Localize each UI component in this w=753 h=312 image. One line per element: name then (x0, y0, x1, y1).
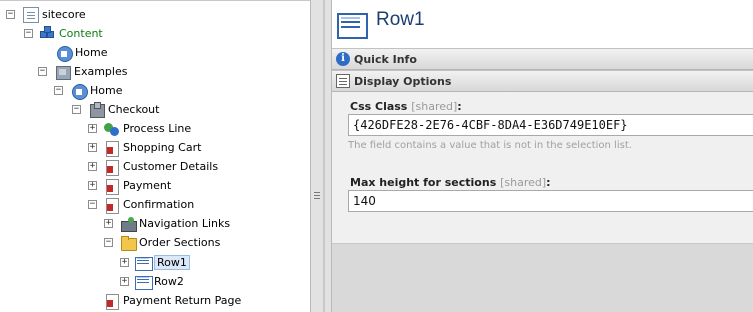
collapse-icon[interactable]: − (104, 238, 113, 247)
home-icon (56, 45, 73, 62)
expand-icon[interactable]: + (104, 219, 113, 228)
row-icon (135, 255, 153, 271)
tree-node-content[interactable]: − Content (24, 24, 103, 43)
tree-node-examples[interactable]: − Examples (38, 62, 127, 81)
pane-splitter[interactable] (310, 0, 332, 312)
section-title: Quick Info (354, 52, 417, 66)
tree-node-label: Confirmation (123, 198, 195, 211)
tree-node-sitecore[interactable]: − sitecore (6, 5, 86, 24)
navigation-icon (120, 216, 137, 232)
expand-icon[interactable]: + (120, 258, 129, 267)
tree-node-customer-details[interactable]: + Customer Details (88, 157, 218, 176)
tree-node-shopping-cart[interactable]: + Shopping Cart (88, 138, 201, 157)
document-icon (23, 6, 39, 23)
section-title: Display Options (354, 74, 452, 88)
section-quick-info[interactable]: i Quick Info (332, 48, 753, 70)
max-height-label: Max height for sections [shared]: (350, 176, 551, 189)
tree-node-label: Home (90, 84, 123, 97)
tree-node-label: Row2 (154, 275, 184, 288)
fields-panel: Css Class [shared]: {426DFE28-2E76-4CBF-… (332, 92, 753, 244)
folder-icon (120, 235, 137, 251)
tree-node-label: Checkout (108, 103, 160, 116)
page-icon (104, 197, 120, 214)
expand-icon[interactable]: + (88, 143, 97, 152)
content-editor: Row1 i Quick Info Display Options Css Cl… (332, 0, 753, 312)
tree-node-home-examples[interactable]: − Home (54, 81, 122, 100)
tree-node-label: Navigation Links (139, 217, 231, 230)
page-icon (104, 159, 120, 176)
validation-message: The field contains a value that is not i… (348, 140, 632, 151)
shared-marker: [shared] (411, 100, 458, 113)
tree-node-label: Payment Return Page (123, 294, 242, 307)
page-icon (104, 293, 120, 310)
item-title: Row1 (376, 9, 425, 30)
tree-node-label: Row1 (154, 255, 190, 270)
row-icon (337, 10, 368, 39)
cubes-icon (40, 25, 56, 42)
section-display-options[interactable]: Display Options (332, 70, 753, 92)
tree-node-label: Process Line (123, 122, 192, 135)
process-icon (104, 121, 120, 137)
tree-node-row2[interactable]: + Row2 (120, 272, 184, 291)
collapse-icon[interactable]: − (38, 67, 47, 76)
grip-icon[interactable] (314, 192, 320, 202)
tree-node-process-line[interactable]: + Process Line (88, 119, 191, 138)
collapse-icon[interactable]: − (88, 200, 97, 209)
shared-marker: [shared] (500, 176, 547, 189)
tree-node-payment-return-page[interactable]: Payment Return Page (104, 291, 241, 310)
expand-icon[interactable]: + (120, 277, 129, 286)
splitter-line (323, 0, 325, 312)
row-icon (135, 274, 153, 290)
collapse-icon[interactable]: − (6, 10, 15, 19)
tree-node-label: Home (75, 46, 108, 59)
page-icon (104, 178, 120, 195)
page-icon (104, 140, 120, 157)
tree-node-home[interactable]: Home (56, 43, 107, 62)
collapse-icon[interactable]: − (72, 105, 81, 114)
checkout-icon (89, 101, 105, 118)
info-icon: i (336, 52, 350, 66)
expand-icon[interactable]: + (88, 124, 97, 133)
tree-node-checkout[interactable]: − Checkout (72, 100, 159, 119)
content-tree: − sitecore − Content Home − Examples − H… (0, 0, 310, 312)
css-class-value: {426DFE28-2E76-4CBF-8DA4-E36D749E10EF} (353, 118, 628, 132)
collapse-icon[interactable]: − (54, 86, 63, 95)
max-height-field[interactable]: 140 (348, 190, 753, 212)
tree-node-row1[interactable]: + Row1 (120, 253, 190, 272)
css-class-label: Css Class [shared]: (350, 100, 462, 113)
tree-node-label: Examples (74, 65, 128, 78)
tree-node-label: Shopping Cart (123, 141, 202, 154)
tree-node-label: Payment (123, 179, 172, 192)
item-header: Row1 (332, 0, 753, 48)
home-icon (71, 83, 88, 100)
examples-icon (55, 64, 71, 80)
options-icon (336, 74, 350, 88)
collapse-icon[interactable]: − (24, 29, 33, 38)
tree-node-navigation-links[interactable]: + Navigation Links (104, 214, 230, 233)
tree-node-payment[interactable]: + Payment (88, 176, 171, 195)
tree-node-order-sections[interactable]: − Order Sections (104, 233, 220, 252)
expand-icon[interactable]: + (88, 162, 97, 171)
tree-node-label: Content (59, 27, 103, 40)
max-height-value: 140 (353, 194, 376, 208)
css-class-field[interactable]: {426DFE28-2E76-4CBF-8DA4-E36D749E10EF} (348, 114, 753, 136)
tree-node-label: Customer Details (123, 160, 219, 173)
tree-node-label: sitecore (42, 8, 86, 21)
expand-icon[interactable]: + (88, 181, 97, 190)
tree-node-label: Order Sections (139, 236, 221, 249)
tree-node-confirmation[interactable]: − Confirmation (88, 195, 194, 214)
